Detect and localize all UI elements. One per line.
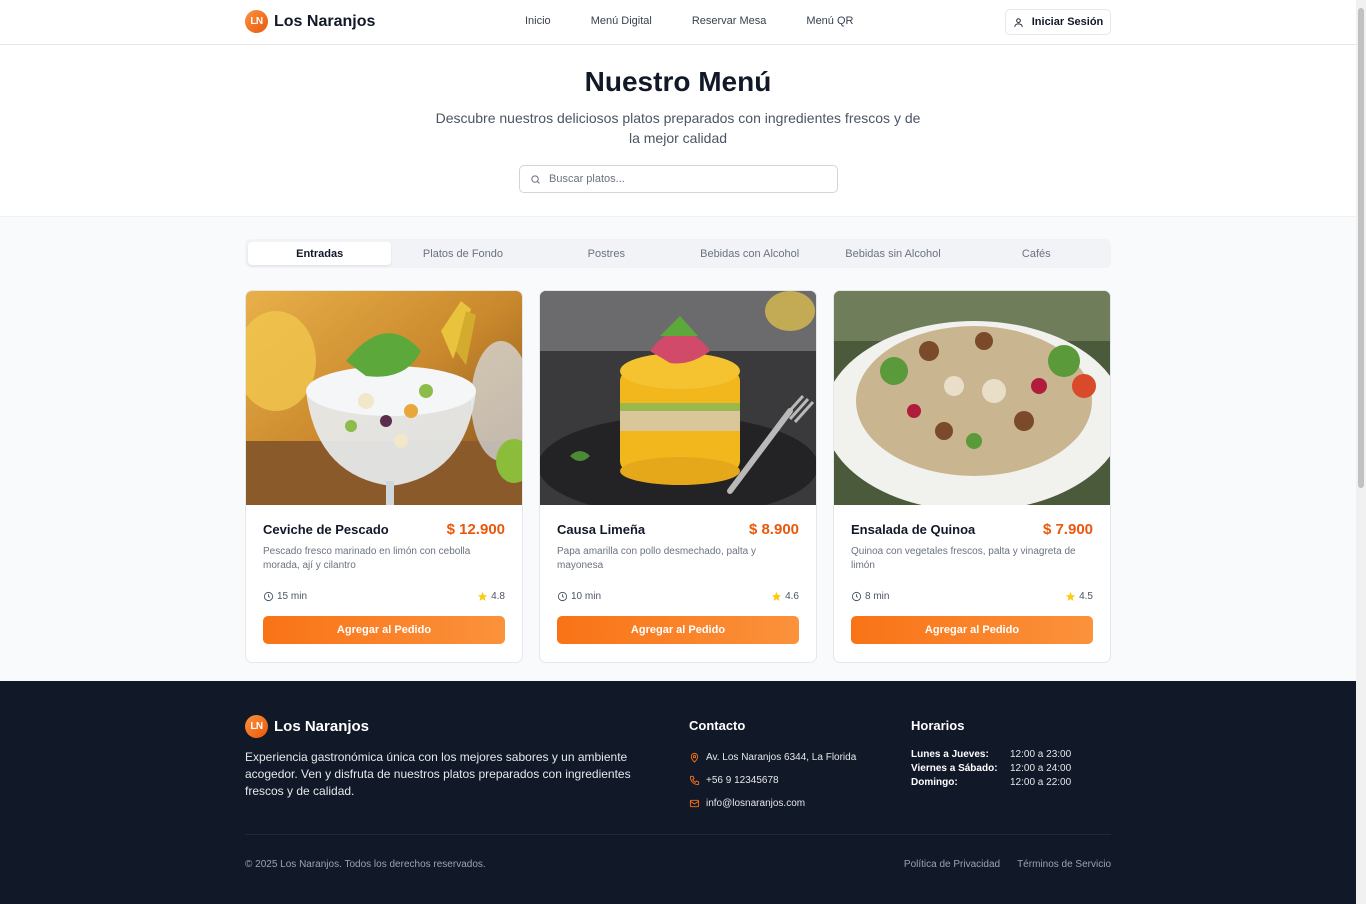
contact-list: Av. Los Naranjos 6344, La Florida +56 9 … xyxy=(689,746,856,815)
dish-description: Pescado fresco marinado en limón con ceb… xyxy=(263,546,471,571)
scrollbar-thumb[interactable] xyxy=(1358,8,1364,488)
nav-link-reservar-mesa[interactable]: Reservar Mesa xyxy=(692,15,767,27)
dish-rating: 4.8 xyxy=(491,591,505,602)
add-to-order-button[interactable]: Agregar al Pedido xyxy=(263,616,505,644)
email-text: info@losnaranjos.com xyxy=(706,798,806,809)
dish-card-body: Causa Limeña $ 8.900 Papa amarilla con p… xyxy=(557,521,799,602)
page-scrollbar[interactable] xyxy=(1356,0,1366,904)
tab-bebidas-con-alcohol[interactable]: Bebidas con Alcohol xyxy=(678,242,821,265)
dish-image-quinoa xyxy=(834,291,1110,505)
logo-badge: LN xyxy=(245,10,268,33)
menu-section: Entradas Platos de Fondo Postres Bebidas… xyxy=(0,217,1356,681)
search-input[interactable] xyxy=(549,173,809,185)
copyright-text: © 2025 Los Naranjos. Todos los derechos … xyxy=(245,859,486,870)
page-title: Nuestro Menú xyxy=(584,66,772,97)
site-footer: LN Los Naranjos Experiencia gastronómica… xyxy=(0,681,1356,904)
search-box[interactable] xyxy=(519,165,838,193)
dish-card-body: Ceviche de Pescado $ 12.900 Pescado fres… xyxy=(263,521,505,602)
login-button-label: Iniciar Sesión xyxy=(1031,16,1104,28)
address-text: Av. Los Naranjos 6344, La Florida xyxy=(706,752,857,763)
privacy-link[interactable]: Política de Privacidad xyxy=(904,859,1000,870)
hours-day: Domingo: xyxy=(911,776,958,788)
hours-time: 12:00 a 22:00 xyxy=(1010,776,1072,788)
dish-description: Quinoa con vegetales frescos, palta y vi… xyxy=(851,546,1076,571)
page-subtitle: Descubre nuestros deliciosos platos prep… xyxy=(435,110,921,146)
footer-brand-name: Los Naranjos xyxy=(274,718,370,735)
dish-price: $ 12.900 xyxy=(446,521,505,538)
phone-text: +56 9 12345678 xyxy=(706,775,779,786)
dish-name: Causa Limeña xyxy=(557,522,646,537)
brand-logo-link[interactable]: LN Los Naranjos xyxy=(245,10,375,33)
footer-divider xyxy=(245,834,1111,835)
dish-image-causa xyxy=(540,291,816,505)
nav-link-menu-digital[interactable]: Menú Digital xyxy=(591,15,652,27)
dish-rating: 4.6 xyxy=(785,591,799,602)
dish-name: Ceviche de Pescado xyxy=(263,522,389,537)
hours-list: Lunes a Jueves: 12:00 a 23:00 Viernes a … xyxy=(911,747,1071,789)
contact-phone[interactable]: +56 9 12345678 xyxy=(689,769,856,792)
hours-row: Viernes a Sábado: 12:00 a 24:00 xyxy=(911,761,1071,775)
dish-card: Causa Limeña $ 8.900 Papa amarilla con p… xyxy=(539,290,817,663)
footer-description: Experiencia gastronómica única con los m… xyxy=(245,750,631,798)
hours-day: Lunes a Jueves: xyxy=(911,748,989,760)
clock-icon xyxy=(263,591,274,602)
contact-address: Av. Los Naranjos 6344, La Florida xyxy=(689,746,856,769)
brand-name: Los Naranjos xyxy=(274,12,376,30)
tab-bebidas-sin-alcohol[interactable]: Bebidas sin Alcohol xyxy=(821,242,964,265)
dish-price: $ 7.900 xyxy=(1042,521,1093,538)
dish-rating: 4.5 xyxy=(1079,591,1093,602)
search-icon xyxy=(531,174,540,184)
tab-platos-de-fondo[interactable]: Platos de Fondo xyxy=(391,242,534,265)
clock-icon xyxy=(557,591,568,602)
nav-link-inicio[interactable]: Inicio xyxy=(525,15,551,27)
hero-section: Nuestro Menú Descubre nuestros delicioso… xyxy=(0,46,1356,217)
map-pin-icon xyxy=(690,752,699,763)
dish-name: Ensalada de Quinoa xyxy=(851,522,976,537)
hours-title: Horarios xyxy=(911,718,965,733)
add-to-order-button[interactable]: Agregar al Pedido xyxy=(557,616,799,644)
terms-link[interactable]: Términos de Servicio xyxy=(1017,859,1111,870)
phone-icon xyxy=(689,775,700,786)
tab-entradas[interactable]: Entradas xyxy=(248,242,392,265)
add-to-order-button[interactable]: Agregar al Pedido xyxy=(851,616,1093,644)
top-navbar: LN Los Naranjos Inicio Menú Digital Rese… xyxy=(0,0,1356,45)
dish-image-ceviche xyxy=(246,291,522,505)
dish-card-body: Ensalada de Quinoa $ 7.900 Quinoa con ve… xyxy=(851,521,1093,602)
footer-logo-badge: LN xyxy=(245,715,268,738)
dish-description: Papa amarilla con pollo desmechado, palt… xyxy=(557,546,757,571)
category-tabs: Entradas Platos de Fondo Postres Bebidas… xyxy=(245,239,1111,268)
hours-time: 12:00 a 23:00 xyxy=(1010,748,1072,760)
star-icon xyxy=(772,591,782,601)
contact-title: Contacto xyxy=(689,718,746,733)
star-icon xyxy=(1066,591,1076,601)
nav-link-menu-qr[interactable]: Menú QR xyxy=(806,15,853,27)
legal-links: Política de Privacidad Términos de Servi… xyxy=(887,859,1111,870)
dish-grid: Ceviche de Pescado $ 12.900 Pescado fres… xyxy=(245,290,1111,663)
clock-icon xyxy=(851,591,862,602)
footer-brand: LN Los Naranjos xyxy=(245,715,369,738)
prep-time: 15 min xyxy=(277,591,308,602)
hours-row: Domingo: 12:00 a 22:00 xyxy=(911,775,1071,789)
prep-time: 10 min xyxy=(571,591,602,602)
hours-day: Viernes a Sábado: xyxy=(911,762,998,774)
hours-row: Lunes a Jueves: 12:00 a 23:00 xyxy=(911,747,1071,761)
star-icon xyxy=(478,591,488,601)
prep-time: 8 min xyxy=(865,591,890,602)
hours-time: 12:00 a 24:00 xyxy=(1010,762,1072,774)
dish-card: Ensalada de Quinoa $ 7.900 Quinoa con ve… xyxy=(833,290,1111,663)
contact-email[interactable]: info@losnaranjos.com xyxy=(689,792,856,815)
dish-price: $ 8.900 xyxy=(748,521,799,538)
mail-icon xyxy=(689,799,700,808)
main-nav: Inicio Menú Digital Reservar Mesa Menú Q… xyxy=(525,15,893,27)
user-icon xyxy=(1014,17,1023,27)
login-button[interactable]: Iniciar Sesión xyxy=(1005,9,1111,35)
tab-cafes[interactable]: Cafés xyxy=(965,242,1108,265)
dish-card: Ceviche de Pescado $ 12.900 Pescado fres… xyxy=(245,290,523,663)
tab-postres[interactable]: Postres xyxy=(535,242,678,265)
